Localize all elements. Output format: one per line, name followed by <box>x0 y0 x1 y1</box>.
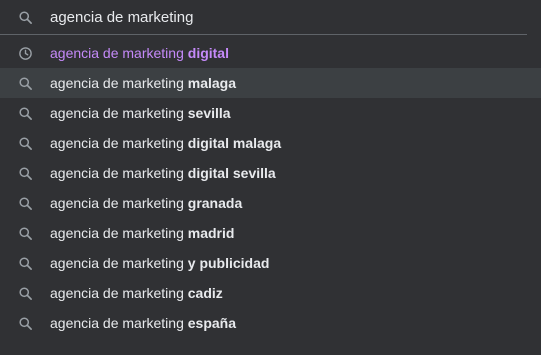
search-icon <box>18 316 33 331</box>
history-icon <box>18 46 33 61</box>
suggestion-completion: digital sevilla <box>187 165 276 181</box>
suggestion-item[interactable]: agencia de marketing digital sevilla <box>0 158 541 188</box>
suggestion-text: agencia de marketing españa <box>50 315 236 331</box>
search-icon <box>18 166 33 181</box>
suggestion-prefix: agencia de marketing <box>50 315 188 331</box>
suggestion-item[interactable]: agencia de marketing y publicidad <box>0 248 541 278</box>
search-icon <box>18 10 33 25</box>
suggestion-completion: malaga <box>187 75 237 91</box>
suggestion-item[interactable]: agencia de marketing granada <box>0 188 541 218</box>
suggestion-prefix: agencia de marketing <box>50 165 188 181</box>
suggestion-text: agencia de marketing granada <box>50 195 242 211</box>
suggestion-prefix: agencia de marketing <box>50 75 188 91</box>
suggestion-prefix: agencia de marketing <box>50 45 188 61</box>
suggestion-item[interactable]: agencia de marketing cadiz <box>0 278 541 308</box>
search-icon <box>18 256 33 271</box>
search-icon <box>18 76 33 91</box>
suggestion-item[interactable]: agencia de marketing digital <box>0 38 541 68</box>
suggestion-completion: y publicidad <box>187 255 270 271</box>
suggestion-item[interactable]: agencia de marketing malaga <box>0 68 541 98</box>
suggestion-completion: sevilla <box>187 105 231 121</box>
suggestion-text: agencia de marketing sevilla <box>50 105 231 121</box>
suggestion-completion: cadiz <box>187 285 223 301</box>
search-icon <box>18 286 33 301</box>
suggestion-prefix: agencia de marketing <box>50 255 188 271</box>
suggestion-text: agencia de marketing digital <box>50 45 229 61</box>
divider <box>0 34 527 35</box>
suggestion-list: agencia de marketing digital agencia de m… <box>0 38 541 338</box>
suggestion-text: agencia de marketing cadiz <box>50 285 223 301</box>
suggestion-item[interactable]: agencia de marketing madrid <box>0 218 541 248</box>
suggestion-completion: españa <box>187 315 237 331</box>
search-autocomplete-panel: agencia de marketing digitalagencia de m… <box>0 0 541 355</box>
search-icon <box>18 226 33 241</box>
suggestion-item[interactable]: agencia de marketing digital malaga <box>0 128 541 158</box>
suggestion-text: agencia de marketing malaga <box>50 75 236 91</box>
suggestion-prefix: agencia de marketing <box>50 105 188 121</box>
suggestion-text: agencia de marketing digital malaga <box>50 135 281 151</box>
suggestion-prefix: agencia de marketing <box>50 135 188 151</box>
suggestion-text: agencia de marketing y publicidad <box>50 255 269 271</box>
search-icon <box>18 196 33 211</box>
suggestion-item[interactable]: agencia de marketing españa <box>0 308 541 338</box>
suggestion-completion: madrid <box>187 225 235 241</box>
suggestion-prefix: agencia de marketing <box>50 285 188 301</box>
search-input[interactable] <box>50 6 520 28</box>
search-bar <box>0 0 541 34</box>
search-icon <box>18 106 33 121</box>
suggestion-text: agencia de marketing madrid <box>50 225 234 241</box>
search-icon <box>18 136 33 151</box>
suggestion-prefix: agencia de marketing <box>50 195 188 211</box>
suggestion-completion: granada <box>187 195 243 211</box>
suggestion-prefix: agencia de marketing <box>50 225 188 241</box>
suggestion-completion: digital malaga <box>187 135 282 151</box>
suggestion-completion: digital <box>187 45 229 61</box>
suggestion-text: agencia de marketing digital sevilla <box>50 165 276 181</box>
suggestion-item[interactable]: agencia de marketing sevilla <box>0 98 541 128</box>
